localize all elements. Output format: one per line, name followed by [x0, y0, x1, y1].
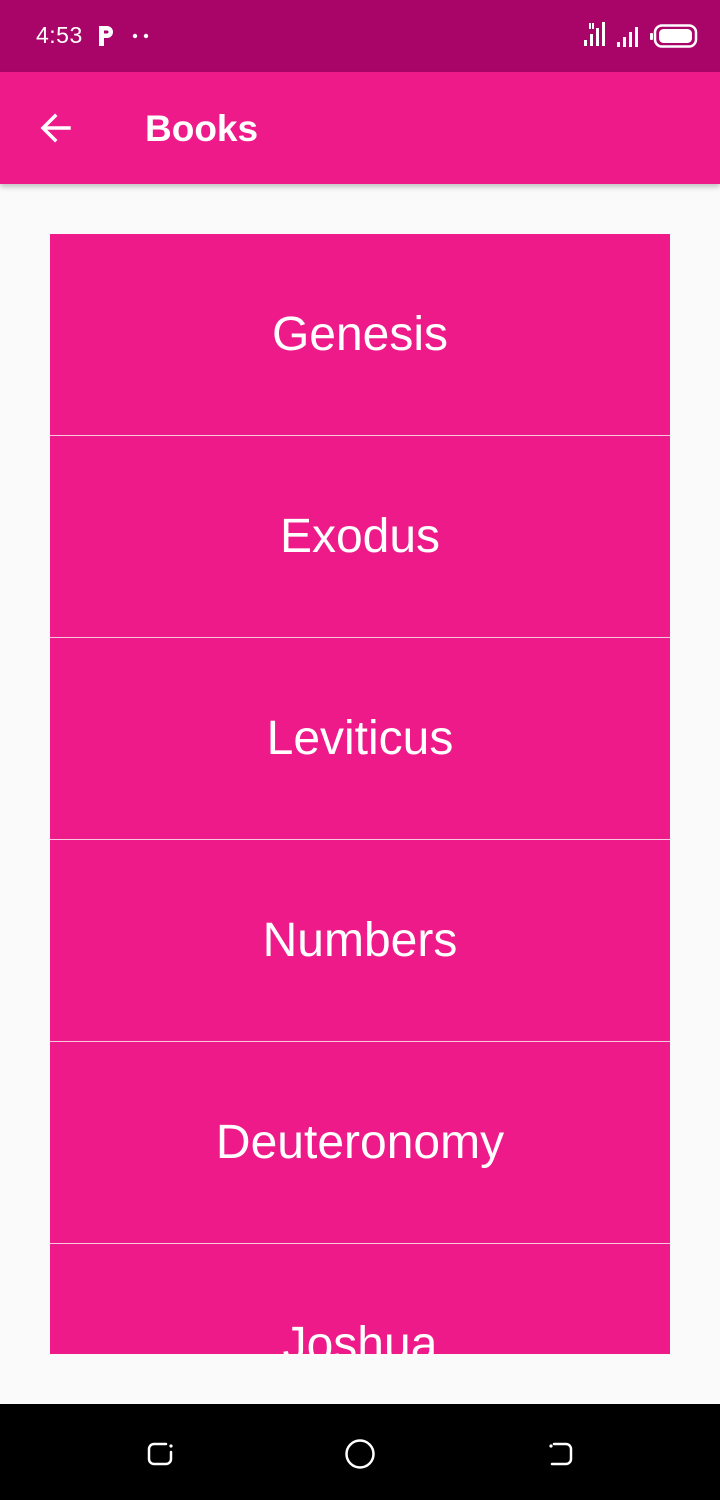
status-bar: 4:53 — [0, 0, 720, 72]
status-time: 4:53 — [36, 22, 83, 48]
back-nav-icon — [549, 1442, 573, 1466]
book-item-deuteronomy[interactable]: Deuteronomy — [50, 1042, 670, 1244]
book-item-exodus[interactable]: Exodus — [50, 436, 670, 638]
more-dots-icon — [132, 33, 149, 39]
book-item-genesis[interactable]: Genesis — [50, 234, 670, 436]
app-bar: Books — [0, 72, 720, 184]
home-button[interactable] — [340, 1434, 380, 1474]
recent-apps-button[interactable] — [140, 1434, 180, 1474]
recent-apps-icon — [147, 1442, 173, 1466]
battery-icon — [650, 24, 698, 48]
p-notification-icon — [99, 26, 113, 46]
book-item-numbers[interactable]: Numbers — [50, 840, 670, 1042]
page-title: Books — [145, 108, 259, 149]
book-item-joshua[interactable]: Joshua — [50, 1244, 670, 1354]
signal-icon — [617, 27, 638, 47]
book-list[interactable]: Genesis Exodus Leviticus Numbers Deutero… — [50, 234, 670, 1354]
back-button[interactable] — [22, 94, 90, 162]
arrow-back-icon — [40, 113, 71, 143]
back-nav-button[interactable] — [540, 1434, 580, 1474]
home-icon — [345, 1439, 375, 1469]
signal-icon — [584, 22, 605, 46]
book-item-leviticus[interactable]: Leviticus — [50, 638, 670, 840]
system-nav-bar — [0, 1404, 720, 1500]
